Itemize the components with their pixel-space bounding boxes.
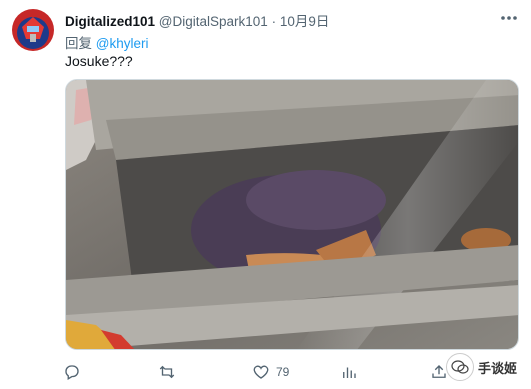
separator-dot: · — [271, 14, 277, 29]
retweet-button[interactable] — [158, 361, 176, 383]
views-chart-icon — [343, 367, 356, 378]
heart-icon — [253, 365, 269, 379]
watermark: 手谈姬 — [445, 353, 517, 381]
tweet-media[interactable] — [65, 79, 519, 350]
reply-mention-link[interactable]: @khyleri — [96, 36, 149, 51]
tweet-text: Josuke??? — [65, 53, 133, 69]
reply-prefix: 回复 — [65, 36, 92, 51]
reply-button[interactable] — [63, 361, 81, 383]
watermark-text: 手谈姬 — [477, 360, 517, 376]
avatar[interactable] — [12, 9, 54, 51]
tweet-date[interactable]: 10月9日 — [280, 14, 330, 29]
wechat-logo-icon — [445, 353, 474, 381]
more-dots-icon — [501, 16, 517, 20]
like-count: 79 — [276, 365, 290, 379]
reply-context: 回复 @khyleri — [65, 32, 148, 52]
display-name[interactable]: Digitalized101 — [65, 14, 155, 29]
tweet-header: Digitalized101 @DigitalSpark101 · 10月9日 — [65, 10, 491, 30]
reply-icon — [65, 365, 79, 380]
views-button[interactable] — [340, 361, 358, 383]
avatar-image — [12, 9, 54, 51]
like-button[interactable]: 79 — [252, 361, 289, 383]
media-photo — [66, 80, 518, 349]
retweet-icon — [159, 365, 175, 379]
more-options-button[interactable] — [497, 6, 521, 30]
user-handle[interactable]: @DigitalSpark101 — [159, 14, 268, 29]
